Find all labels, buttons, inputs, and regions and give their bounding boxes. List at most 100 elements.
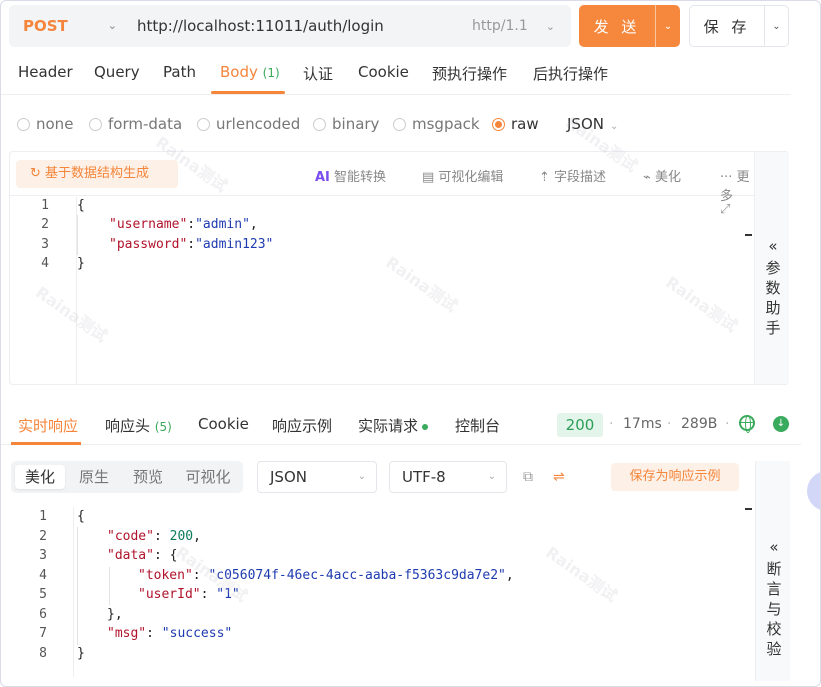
radio-circle [17,117,30,131]
json-value: "1" [216,587,240,602]
radio-msgpack[interactable]: msgpack [393,115,480,133]
json-key: "data" [107,548,154,563]
separator-dot: · [667,416,672,432]
code-line[interactable]: "code": 200, [107,527,201,546]
tab-response-headers[interactable]: 响应头 (5) [105,415,172,436]
code-line[interactable]: "msg": "success" [107,624,232,643]
assert-helper-panel[interactable]: « 断言与校验 [755,461,790,681]
json-sep: : [146,626,162,641]
json-sep: : [187,217,196,232]
tab-actual-request[interactable]: 实际请求 [358,415,429,436]
radio-label: raw [511,115,539,133]
scrollbar-thumb[interactable] [745,508,752,510]
send-button[interactable]: 发 送 ⌄ [579,5,680,47]
tab-response-cookie[interactable]: Cookie [198,415,249,433]
download-icon[interactable]: ↓ [773,416,789,432]
json-key: "username" [109,217,188,232]
radio-circle [313,117,326,131]
save-as-example-button[interactable]: 保存为响应示例 [611,463,739,491]
view-mode-preview[interactable]: 预览 [123,465,173,489]
status-badge: 200 [557,413,603,437]
code-line[interactable]: } [77,254,85,273]
radio-form-data[interactable]: form-data [89,115,182,133]
request-body-editor: ↻ 基于数据结构生成 AI 智能转换 ▤ 可视化编辑 ⇡ 字段描述 ⌁ 美化 ·… [9,151,789,385]
tab-query[interactable]: Query [94,63,140,81]
code-line[interactable]: } [77,644,85,663]
save-options-chevron-icon[interactable]: ⌄ [765,21,788,32]
view-mode-raw[interactable]: 原生 [69,465,119,489]
scrollbar-thumb[interactable] [745,234,752,236]
tab-console[interactable]: 控制台 [455,415,500,436]
tab-body[interactable]: Body (1) [220,63,280,81]
tab-realtime-response[interactable]: 实时响应 [18,415,78,436]
url-bar: POST ⌄ http://localhost:11011/auth/login… [9,5,571,47]
tab-response-example[interactable]: 响应示例 [272,415,332,436]
active-tab-indicator [211,91,285,94]
app-window: POST ⌄ http://localhost:11011/auth/login… [0,0,821,687]
ai-convert-button[interactable]: AI 智能转换 [315,166,386,185]
code-line[interactable]: }, [107,605,123,624]
tab-body-count: (1) [262,66,280,80]
tab-label: 响应头 [105,417,151,435]
tab-header[interactable]: Header [18,63,73,81]
encoding-select[interactable]: UTF-8 ⌄ [389,461,507,493]
raw-format-select[interactable]: JSON ⌄ [567,115,618,133]
active-tab-indicator [11,442,81,445]
editor-toolbar: ↻ 基于数据结构生成 AI 智能转换 ▤ 可视化编辑 ⇡ 字段描述 ⌁ 美化 ·… [10,152,754,204]
chevron-down-icon: ⌄ [609,121,619,132]
tab-post-ops[interactable]: 后执行操作 [533,63,608,84]
code-line[interactable]: "token": "c056074f-46ec-4acc-aaba-f5363c… [138,566,514,585]
expand-icon[interactable]: ⤢ [720,202,730,217]
view-mode-visual[interactable]: 可视化 [177,465,239,489]
field-desc-button[interactable]: ⇡ 字段描述 [539,166,606,185]
wand-icon: ⌁ [643,170,655,185]
line-number: 2 [39,529,47,544]
json-tail: , [193,529,201,544]
more-button[interactable]: ··· 更多 [720,166,754,204]
request-tabs: Header Query Path Body (1) 认证 Cookie 预执行… [1,53,791,95]
response-tabs: 实时响应 响应头 (5) Cookie 响应示例 实际请求 控制台 200 · … [1,405,801,445]
code-line[interactable]: { [77,196,85,215]
code-line[interactable]: "username":"admin", [109,215,258,234]
field-desc-label: 字段描述 [554,170,607,185]
radio-none[interactable]: none [17,115,73,133]
tab-path[interactable]: Path [163,63,196,81]
radio-binary[interactable]: binary [313,115,379,133]
radio-label: form-data [108,115,183,133]
tab-auth[interactable]: 认证 [303,63,333,84]
save-button[interactable]: 保 存 ⌄ [689,5,789,47]
param-helper-label: 参数助手 [765,259,781,337]
ai-icon: AI [315,170,330,185]
method-select[interactable]: POST ⌄ [9,5,131,47]
tab-pre-ops[interactable]: 预执行操作 [432,63,507,84]
generate-from-schema-button[interactable]: ↻ 基于数据结构生成 [16,160,178,188]
radio-label: msgpack [412,115,480,133]
copy-icon[interactable]: ⧉ [523,469,533,485]
radio-raw[interactable]: raw [492,115,539,133]
visual-edit-label: 可视化编辑 [438,170,504,185]
chevron-down-icon: ⌄ [357,471,366,482]
beautify-button[interactable]: ⌁ 美化 [643,166,681,185]
wrap-icon[interactable]: ⇌ [553,469,565,485]
line-number: 7 [39,626,47,641]
code-line[interactable]: "userId": "1" [138,585,240,604]
line-number: 2 [41,217,49,232]
radio-urlencoded[interactable]: urlencoded [197,115,300,133]
url-input[interactable]: http://localhost:11011/auth/login [131,17,472,35]
status-dot-icon [422,423,429,430]
code-line[interactable]: "data": { [107,546,177,565]
protocol-select[interactable]: http/1.1 [472,18,528,34]
json-tail: , [249,217,258,232]
code-line[interactable]: { [77,507,85,526]
floating-assistant-button[interactable] [807,471,820,511]
tab-cookie[interactable]: Cookie [358,63,409,81]
line-number: 6 [39,607,47,622]
globe-icon[interactable] [739,415,755,433]
param-helper-panel[interactable]: « 参数助手 [754,152,789,384]
method-label: POST [23,17,68,35]
visual-edit-button[interactable]: ▤ 可视化编辑 [422,166,503,185]
code-line[interactable]: "password":"admin123" [109,235,273,254]
response-format-select[interactable]: JSON ⌄ [257,461,377,493]
send-options-chevron-icon[interactable]: ⌄ [656,21,680,32]
view-mode-beautify[interactable]: 美化 [15,465,65,489]
